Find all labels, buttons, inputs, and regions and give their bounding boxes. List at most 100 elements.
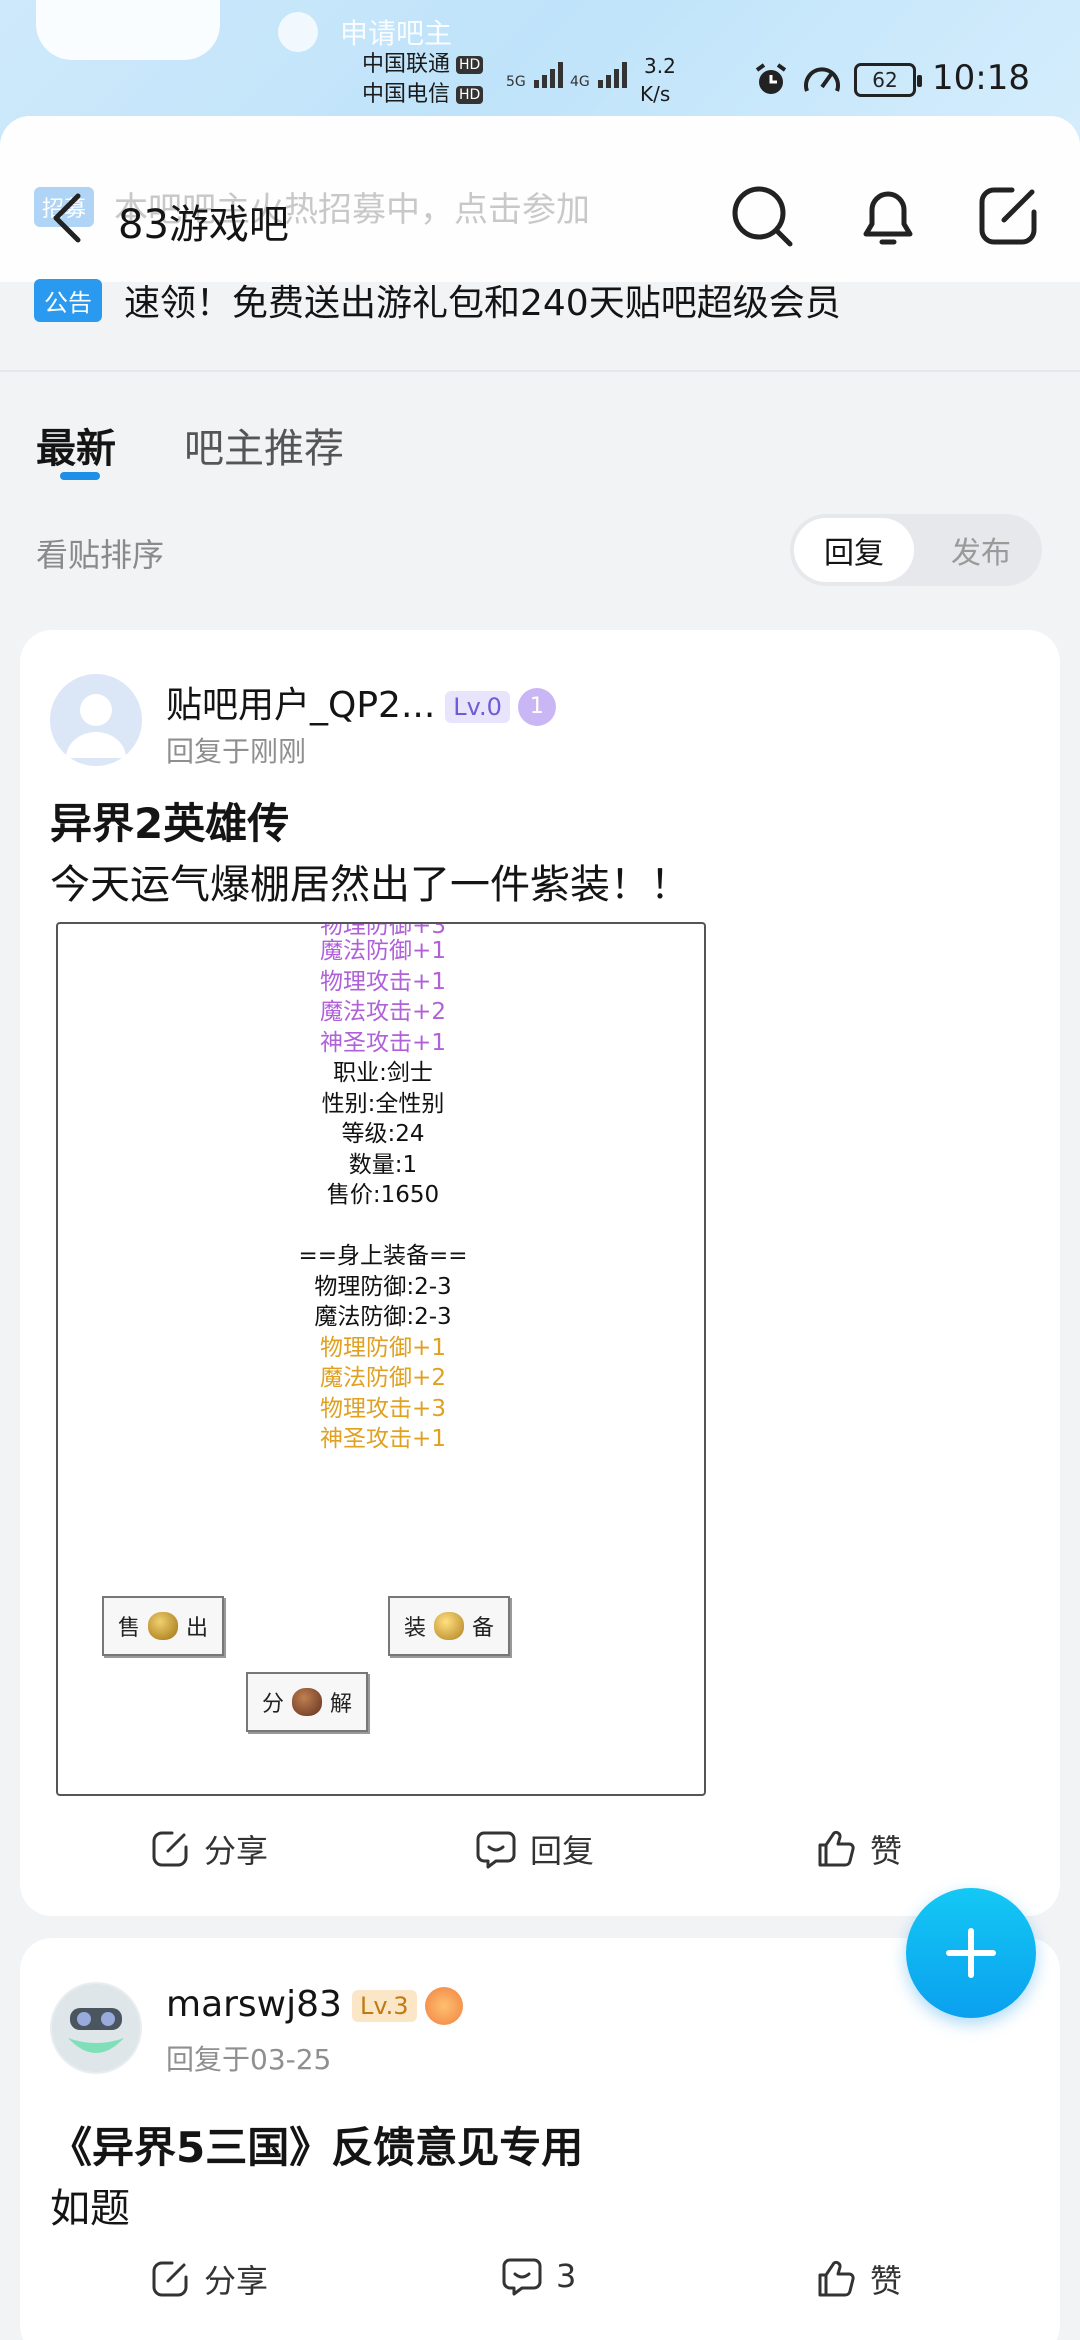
signal-4g-icon: 4G	[570, 60, 634, 90]
username-text: 贴吧用户_QP2...	[166, 685, 436, 726]
reply-button[interactable]: 回复	[476, 1826, 594, 1872]
hd-badge-1: HD	[456, 56, 484, 74]
back-arrow-icon[interactable]	[48, 190, 88, 246]
decompose-char-1: 分	[261, 1692, 284, 1717]
net-type-1: 5G	[506, 74, 526, 90]
post-image[interactable]: 物理防御+3 魔法防御+1物理攻击+1魔法攻击+2神圣攻击+1 职业:剑士性别:…	[56, 922, 706, 1796]
stat-info-line: 售价:1650	[326, 1182, 440, 1208]
compose-icon[interactable]	[972, 180, 1044, 252]
sell-char-2: 出	[186, 1616, 209, 1641]
speedometer-icon	[804, 67, 840, 92]
thumbs-up-icon	[818, 2260, 855, 2297]
speed-value: 3.2	[644, 54, 676, 78]
level-badge: Lv.0	[445, 691, 510, 723]
stat-orange-line: 神圣攻击+1	[320, 1426, 446, 1452]
bell-icon[interactable]	[852, 180, 924, 252]
share-button[interactable]: 分享	[150, 1826, 268, 1872]
game-stats: 物理防御+3 魔法防御+1物理攻击+1魔法攻击+2神圣攻击+1 职业:剑士性别:…	[58, 924, 708, 1455]
reply-count: 3	[556, 2257, 577, 2295]
net-type-2: 4G	[570, 74, 590, 90]
username[interactable]: 贴吧用户_QP2... Lv.0 1	[166, 676, 556, 728]
stat-purple-line: 神圣攻击+1	[320, 1029, 446, 1056]
username-text: marswj83	[166, 1984, 342, 2025]
stat-info-line: 等级:24	[341, 1121, 425, 1147]
search-icon[interactable]	[726, 180, 798, 252]
stat-info-line: ==身上装备==	[298, 1243, 468, 1269]
apply-admin-icon	[278, 12, 318, 52]
announcement-text: 速领！免费送出游礼包和240天贴吧超级会员	[124, 283, 841, 324]
stat-info-line: 职业:剑士	[333, 1060, 433, 1086]
announcement[interactable]: 公告 速领！免费送出游礼包和240天贴吧超级会员	[34, 274, 841, 326]
decompose-button: 分 解	[246, 1672, 368, 1732]
post-meta: 回复于03-25	[166, 2043, 332, 2076]
helmet-icon	[434, 1612, 464, 1640]
network-speed: 3.2 K/s	[640, 52, 676, 108]
comment-icon	[476, 1831, 516, 1869]
stat-info-line: 性别:全性别	[321, 1090, 445, 1117]
avatar[interactable]	[50, 674, 142, 766]
like-button[interactable]: 赞	[816, 2256, 902, 2302]
stat-info-line: 数量:1	[348, 1151, 418, 1178]
post-body: 今天运气爆棚居然出了一件紫装！！	[50, 862, 690, 908]
share-label: 分享	[204, 2262, 269, 2300]
reply-button[interactable]: 3	[502, 2256, 576, 2296]
stat-orange-line: 物理攻击+3	[320, 1395, 446, 1422]
status-bar: 中国联通 HD 中国电信 HD 5G 4G 3.2 K/s 62 10:18	[0, 50, 1080, 110]
medal-icon: 1	[517, 688, 556, 726]
tab-bar: 最新 吧主推荐	[0, 372, 1080, 492]
tab-admin-recommend[interactable]: 吧主推荐	[184, 416, 344, 474]
sort-by-reply[interactable]: 回复	[794, 518, 914, 582]
status-icons: 62	[752, 60, 922, 100]
equip-button: 装 备	[388, 1596, 510, 1656]
post-title: 《异界5三国》反馈意见专用	[50, 2123, 584, 2172]
like-button[interactable]: 赞	[816, 1826, 902, 1872]
post-actions: 分享 3 赞	[20, 2256, 1060, 2316]
post-card[interactable]: marswj83 Lv.3 回复于03-25 《异界5三国》反馈意见专用 如题 分…	[20, 1938, 1060, 2340]
like-label: 赞	[870, 2262, 903, 2300]
share-button[interactable]: 分享	[150, 2256, 268, 2302]
stat-info-line: 物理防御:2-3	[314, 1273, 452, 1300]
apply-admin-link[interactable]: 申请吧主	[340, 12, 452, 52]
sort-by-publish[interactable]: 发布	[926, 518, 1036, 582]
share-icon	[152, 2261, 188, 2297]
stat-info-line: 魔法防御:2-3	[314, 1304, 452, 1330]
battery-icon: 62	[854, 63, 922, 97]
tab-indicator	[60, 472, 100, 480]
hammer-icon	[292, 1688, 322, 1716]
new-post-button[interactable]	[906, 1888, 1036, 2018]
forum-title: 83游戏吧	[118, 202, 289, 248]
hd-badge-2: HD	[456, 86, 484, 104]
level-badge: Lv.3	[351, 1990, 417, 2022]
thumbs-up-icon	[818, 1830, 855, 1867]
share-icon	[152, 1831, 188, 1867]
money-bag-icon	[148, 1612, 178, 1640]
like-label: 赞	[870, 1832, 903, 1870]
decompose-char-2: 解	[330, 1692, 353, 1717]
share-label: 分享	[204, 1832, 269, 1870]
announcement-tag: 公告	[34, 278, 102, 322]
post-card[interactable]: 贴吧用户_QP2... Lv.0 1 回复于刚刚 异界2英雄传 今天运气爆棚居然出了…	[20, 630, 1060, 1916]
clock: 10:18	[932, 58, 1030, 98]
avatar[interactable]	[50, 1982, 142, 2074]
sell-button: 售 出	[102, 1596, 224, 1656]
tab-latest[interactable]: 最新	[36, 416, 116, 474]
equip-char-1: 装	[403, 1616, 426, 1641]
reply-label: 回复	[530, 1832, 595, 1870]
signal-5g-icon: 5G	[506, 60, 570, 90]
stat-info-line	[58, 1211, 708, 1242]
gamepad-icon	[424, 1987, 463, 2025]
sort-label: 看贴排序	[36, 536, 165, 574]
plus-icon	[946, 1928, 996, 1978]
stat-orange-line: 物理防御+1	[320, 1334, 446, 1361]
post-body: 如题	[50, 2186, 130, 2232]
carrier-2: 中国电信	[362, 82, 451, 107]
battery-level: 62	[872, 68, 898, 92]
stat-purple-line: 魔法防御+1	[320, 938, 446, 964]
equip-char-2: 备	[472, 1616, 495, 1641]
carrier-1: 中国联通	[362, 52, 451, 77]
stat-purple-line: 物理攻击+1	[320, 968, 446, 995]
username[interactable]: marswj83 Lv.3	[166, 1984, 463, 2025]
speed-unit: K/s	[640, 82, 671, 106]
sort-toggle: 回复 发布	[790, 514, 1042, 586]
post-meta: 回复于刚刚	[166, 735, 307, 768]
